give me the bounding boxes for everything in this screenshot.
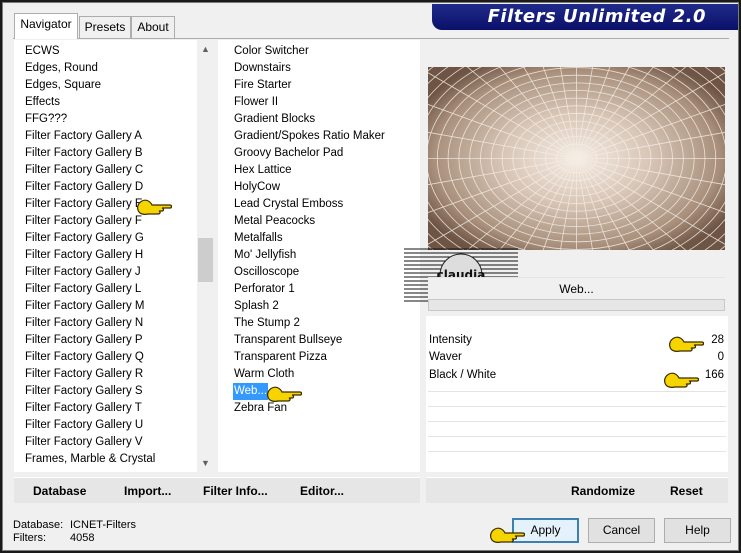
database-button[interactable]: Database [33,484,86,499]
param-blackwhite-label: Black / White [429,369,497,381]
filter-item[interactable]: Metalfalls [233,230,284,247]
filter-list[interactable]: Color Switcher Downstairs Fire Starter Flow… [218,40,420,472]
filter-item[interactable]: Hex Lattice [233,162,293,179]
filter-item[interactable]: The Stump 2 [233,315,301,332]
filter-item[interactable]: Perforator 1 [233,281,296,298]
category-item[interactable]: Filter Factory Gallery B [25,145,143,162]
category-item[interactable]: Filter Factory Gallery E [25,196,143,213]
category-item[interactable]: Filter Factory Gallery R [25,366,143,383]
category-item[interactable]: Edges, Round [25,60,98,77]
pointing-hand-icon [669,336,704,352]
category-item[interactable]: Filter Factory Gallery V [25,434,143,451]
scroll-down-arrow-icon[interactable]: ▼ [197,458,214,468]
pointing-hand-icon [267,386,302,402]
preview-filter-button[interactable]: Web... [428,277,725,299]
reset-button[interactable]: Reset [670,484,703,499]
filter-info-button[interactable]: Filter Info... [203,484,268,499]
filter-item[interactable]: Transparent Bullseye [233,332,343,349]
database-value: ICNET-Filters [70,519,136,531]
category-item[interactable]: Filter Factory Gallery A [25,128,142,145]
filter-item[interactable]: Downstairs [233,60,292,77]
scroll-up-arrow-icon[interactable]: ▲ [197,44,214,54]
tab-presets[interactable]: Presets [79,16,131,38]
filter-item[interactable]: Warm Cloth [233,366,295,383]
category-item[interactable]: Filter Factory Gallery U [25,417,143,434]
filter-item[interactable]: Lead Crystal Emboss [233,196,344,213]
category-item[interactable]: Filter Factory Gallery F [25,213,142,230]
cancel-button[interactable]: Cancel [588,518,655,543]
filter-item[interactable]: Fire Starter [233,77,293,94]
category-item[interactable]: Filter Factory Gallery H [25,247,143,264]
category-item[interactable]: Filter Factory Gallery L [25,281,141,298]
editor-button[interactable]: Editor... [300,484,344,499]
filter-item[interactable]: Gradient/Spokes Ratio Maker [233,128,386,145]
app-title-banner: Filters Unlimited 2.0 [432,4,738,30]
category-item[interactable]: Filter Factory Gallery J [25,264,141,281]
param-blackwhite-value[interactable]: 166 [705,367,724,384]
filter-item[interactable]: Mo' Jellyfish [233,247,297,264]
param-intensity-value[interactable]: 28 [711,332,724,349]
category-item[interactable]: Filter Factory Gallery D [25,179,143,196]
tab-divider [13,38,729,39]
tab-navigator[interactable]: Navigator [14,13,78,39]
param-intensity-label: Intensity [429,334,472,346]
help-button[interactable]: Help [664,518,731,543]
category-item[interactable]: Filter Factory Gallery T [25,400,142,417]
import-button[interactable]: Import... [124,484,171,499]
filters-count-value: 4058 [70,532,95,544]
randomize-button[interactable]: Randomize [571,484,635,499]
filter-item[interactable]: Groovy Bachelor Pad [233,145,344,162]
progress-slot [428,299,725,311]
category-scrollbar[interactable]: ▲ ▼ [197,40,214,472]
pointing-hand-icon [137,199,172,215]
param-waver-value[interactable]: 0 [718,349,724,366]
filter-item[interactable]: HolyCow [233,179,281,196]
tab-about[interactable]: About [131,16,175,38]
database-label: Database: [13,519,64,531]
filter-item[interactable]: Gradient Blocks [233,111,316,128]
filter-item[interactable]: Oscilloscope [233,264,300,281]
filters-count-label: Filters: [13,532,46,544]
pointing-hand-icon [490,527,525,543]
filter-item[interactable]: Color Switcher [233,43,310,60]
category-item[interactable]: Filter Factory Gallery G [25,230,144,247]
category-item[interactable]: Filter Factory Gallery Q [25,349,144,366]
pointing-hand-icon [664,372,699,388]
filter-item[interactable]: Web... [233,383,269,400]
category-item[interactable]: Filter Factory Gallery M [25,298,145,315]
category-item[interactable]: Edges, Square [25,77,101,94]
category-item[interactable]: ECWS [25,43,60,60]
scroll-thumb[interactable] [198,238,213,282]
category-item[interactable]: Filter Factory Gallery P [25,332,143,349]
filter-item[interactable]: Transparent Pizza [233,349,328,366]
category-item[interactable]: Effects [25,94,60,111]
filter-item[interactable]: Splash 2 [233,298,280,315]
param-waver-label: Waver [429,351,462,363]
filter-item[interactable]: Flower II [233,94,279,111]
category-item[interactable]: Filter Factory Gallery N [25,315,143,332]
filter-preview-image [428,67,725,250]
category-item[interactable]: FFG??? [25,111,67,128]
filter-item[interactable]: Metal Peacocks [233,213,316,230]
category-item[interactable]: Frames, Marble & Crystal [25,451,155,468]
category-item[interactable]: Filter Factory Gallery S [25,383,143,400]
category-list[interactable]: ECWS Edges, Round Edges, Square Effects FFG?… [14,40,214,472]
category-item[interactable]: Filter Factory Gallery C [25,162,143,179]
